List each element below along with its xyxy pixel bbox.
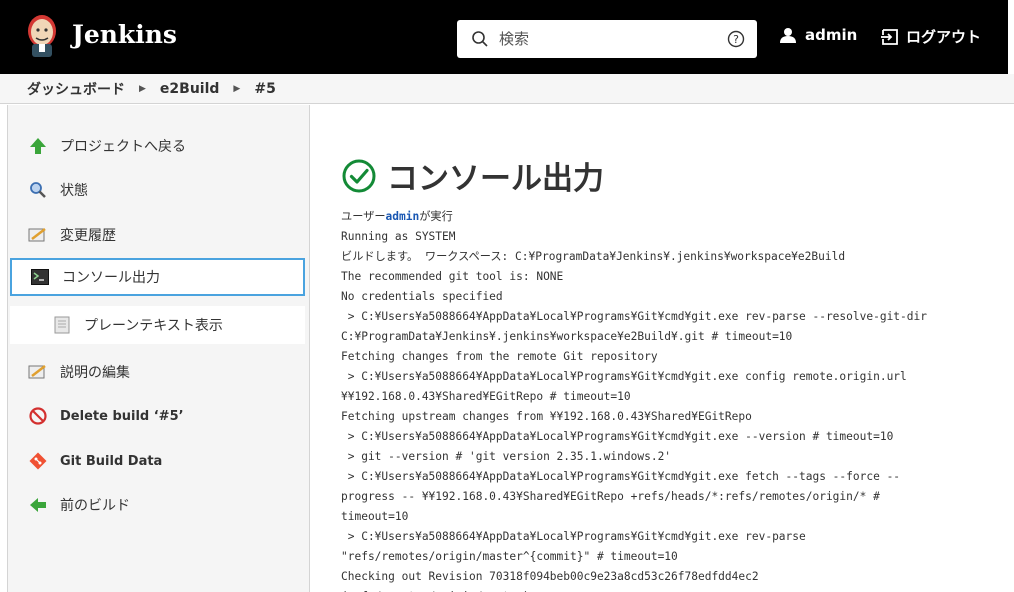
sidebar-item-label: Git Build Data: [60, 453, 163, 469]
jenkins-logo-icon[interactable]: [22, 12, 62, 58]
console-line: > C:¥Users¥a5088664¥AppData¥Local¥Progra…: [341, 470, 901, 483]
breadcrumb-build[interactable]: #5: [254, 81, 275, 97]
console-line: (refs/remotes/origin/master): [341, 587, 1001, 592]
user-icon: [780, 28, 796, 43]
console-line: ビルドします。 ワークスペース: C:¥ProgramData¥Jenkins¥…: [341, 250, 846, 263]
help-icon[interactable]: ?: [727, 30, 745, 48]
console-line: timeout=10: [341, 510, 409, 523]
search-input[interactable]: [499, 26, 719, 52]
git-icon: [28, 451, 48, 471]
header-edge: [1008, 0, 1014, 74]
sidebar-item-label: コンソール出力: [62, 270, 160, 286]
search-box[interactable]: ?: [457, 20, 757, 58]
console-line: No credentials specified: [341, 290, 503, 303]
no-entry-icon: [28, 406, 48, 426]
side-panel: プロジェクトへ戻る 状態 変更履歴 コンソール出力 プレーンテキスト表示 説明の…: [0, 105, 310, 592]
notepad-icon: [28, 362, 48, 382]
user-name: admin: [805, 26, 858, 44]
console-line: > git --version # 'git version 2.35.1.wi…: [341, 450, 672, 463]
console-line: > C:¥Users¥a5088664¥AppData¥Local¥Progra…: [341, 310, 927, 323]
page-title-text: コンソール出力: [387, 161, 604, 197]
page-title: コンソール出力: [341, 153, 604, 198]
check-circle-icon: [342, 159, 376, 192]
sidebar-item-edit-description[interactable]: 説明の編集: [10, 353, 305, 391]
sidebar-item-label: 変更履歴: [60, 228, 116, 244]
console-lines: Running as SYSTEM ビルドします。 ワークスペース: C:¥Pro…: [341, 227, 1001, 592]
console-line: Fetching changes from the remote Git rep…: [341, 350, 658, 363]
user-link[interactable]: admin: [779, 26, 857, 44]
magnifier-icon: [28, 180, 48, 200]
sidebar-item-console-output[interactable]: コンソール出力: [10, 258, 305, 296]
sidebar-item-status[interactable]: 状態: [10, 171, 305, 209]
up-arrow-icon: [28, 136, 48, 156]
chevron-right-icon[interactable]: ▶: [139, 84, 146, 94]
sidebar-item-delete-build[interactable]: Delete build ‘#5’: [10, 397, 305, 435]
svg-text:?: ?: [733, 33, 739, 46]
console-line: Checking out Revision 70318f094beb00c9e2…: [341, 570, 759, 583]
console-user-prefix: ユーザー: [341, 210, 386, 223]
sidebar-item-label: 説明の編集: [60, 365, 130, 381]
console-line: progress -- ¥¥192.168.0.43¥Shared¥EGitRe…: [341, 490, 880, 503]
sidebar-item-changes[interactable]: 変更履歴: [10, 216, 305, 254]
sidebar-item-label: 前のビルド: [60, 498, 130, 514]
sidebar-item-label: Delete build ‘#5’: [60, 408, 184, 424]
chevron-right-icon[interactable]: ▶: [233, 84, 240, 94]
console-line: ユーザーadminが実行: [341, 207, 1001, 227]
sidebar-item-label: プロジェクトへ戻る: [60, 139, 186, 155]
document-icon: [52, 315, 72, 335]
brand-title[interactable]: Jenkins: [72, 20, 177, 49]
console-line: Fetching upstream changes from ¥¥192.168…: [341, 410, 752, 423]
console-line: "refs/remotes/origin/master^{commit}" # …: [341, 550, 678, 563]
main-panel: コンソール出力 ユーザーadminが実行 Running as SYSTEM ビルド…: [311, 105, 1014, 592]
top-header: Jenkins ? admin ログアウト: [0, 0, 1014, 74]
console-line: The recommended git tool is: NONE: [341, 270, 564, 283]
sidebar-item-label: プレーンテキスト表示: [84, 318, 223, 334]
console-line: C:¥ProgramData¥Jenkins¥.jenkins¥workspac…: [341, 330, 793, 343]
sidebar-item-previous-build[interactable]: 前のビルド: [10, 486, 305, 524]
search-icon: [472, 31, 488, 47]
sidebar-item-label: 状態: [60, 183, 88, 199]
sidebar-item-back-to-project[interactable]: プロジェクトへ戻る: [10, 127, 305, 165]
console-line: ¥¥192.168.0.43¥Shared¥EGitRepo # timeout…: [341, 390, 631, 403]
sidebar-item-plain-text[interactable]: プレーンテキスト表示: [10, 306, 305, 344]
terminal-icon: [30, 267, 50, 287]
console-line: > C:¥Users¥a5088664¥AppData¥Local¥Progra…: [341, 430, 894, 443]
breadcrumb: ダッシュボード ▶ e2Build ▶ #5: [0, 74, 1014, 104]
breadcrumb-job[interactable]: e2Build: [160, 81, 220, 97]
console-line: Running as SYSTEM: [341, 230, 456, 243]
logout-icon: [881, 28, 898, 45]
console-output: ユーザーadminが実行 Running as SYSTEM ビルドします。 ワーク…: [341, 207, 1001, 592]
breadcrumb-dashboard[interactable]: ダッシュボード: [27, 79, 125, 99]
console-user-suffix: が実行: [419, 210, 453, 223]
notepad-icon: [28, 225, 48, 245]
left-arrow-icon: [28, 495, 48, 515]
logout-link[interactable]: ログアウト: [880, 26, 981, 47]
logout-label: ログアウト: [906, 28, 982, 46]
console-line: > C:¥Users¥a5088664¥AppData¥Local¥Progra…: [341, 530, 806, 543]
console-line: > C:¥Users¥a5088664¥AppData¥Local¥Progra…: [341, 370, 907, 383]
side-panel-edge: [0, 105, 8, 592]
sidebar-item-git-build-data[interactable]: Git Build Data: [10, 442, 305, 480]
console-user-link[interactable]: admin: [386, 210, 420, 223]
